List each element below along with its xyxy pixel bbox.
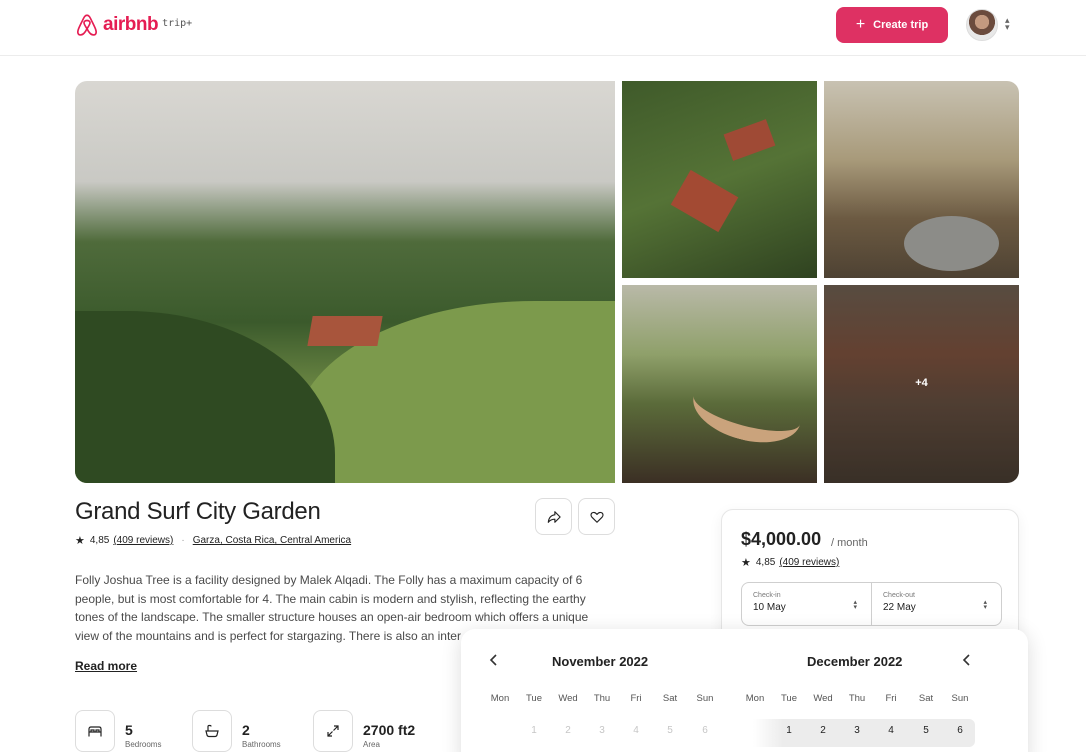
bedrooms-label: Bedrooms <box>125 740 162 749</box>
create-trip-label: Create trip <box>873 19 929 31</box>
area-label: Area <box>363 740 380 749</box>
photo-hammock-shape <box>686 366 808 454</box>
feature-area: 2700 ft2 Area <box>313 710 415 752</box>
checkin-value: 10 May <box>753 602 786 613</box>
checkout-label: Check-out <box>883 592 915 599</box>
airbnb-logo[interactable]: airbnb trip+ <box>75 12 192 38</box>
share-icon <box>547 510 561 523</box>
logo-subtext: trip+ <box>162 17 193 29</box>
listing-title: Grand Surf City Garden <box>75 498 321 525</box>
checkout-field[interactable]: Check-out 22 May ▴ ▾ <box>871 583 1001 625</box>
calendar-popover: November 2022 December 2022 Mon Tue Wed … <box>461 629 1028 752</box>
bathrooms-label: Bathrooms <box>242 740 281 749</box>
month-title-december: December 2022 <box>807 654 903 669</box>
heart-icon <box>589 511 604 523</box>
create-trip-button[interactable]: + Create trip <box>836 7 948 43</box>
bathrooms-value: 2 <box>242 722 250 738</box>
favorite-button[interactable] <box>578 498 615 535</box>
weekday-label: Mon <box>490 693 510 704</box>
weekday-label: Sun <box>951 693 969 704</box>
bath-icon <box>192 710 232 752</box>
calendar-day[interactable]: 1 <box>774 725 804 736</box>
weekday-label: Tue <box>525 693 543 704</box>
calendar-day[interactable]: 6 <box>690 725 720 736</box>
weekday-label: Tue <box>780 693 798 704</box>
weekday-label: Thu <box>593 693 611 704</box>
reviews-link[interactable]: (409 reviews) <box>113 535 173 546</box>
weekday-label: Mon <box>745 693 765 704</box>
weekday-label: Wed <box>558 693 578 704</box>
weekday-label: Fri <box>630 693 642 704</box>
avatar[interactable] <box>966 9 998 41</box>
checkout-value: 22 May <box>883 602 916 613</box>
weekday-label: Fri <box>885 693 897 704</box>
chevron-up-down-icon[interactable]: ▴ ▾ <box>1005 16 1010 32</box>
chevron-up-down-icon: ▴ ▾ <box>853 599 857 611</box>
booking-reviews-link[interactable]: (409 reviews) <box>779 557 839 568</box>
calendar-day[interactable]: 1 <box>519 725 549 736</box>
calendar-day[interactable]: 3 <box>587 725 617 736</box>
photo-hammock[interactable] <box>622 285 817 483</box>
logo-text: airbnb <box>103 14 159 35</box>
photo-tub <box>904 216 999 271</box>
location-link[interactable]: Garza, Costa Rica, Central America <box>193 535 351 546</box>
feature-bedrooms: 5 Bedrooms <box>75 710 161 752</box>
month-title-november: November 2022 <box>552 654 649 669</box>
photo-roof <box>723 119 776 161</box>
star-icon: ★ <box>741 557 751 569</box>
calendar-day[interactable]: 6 <box>945 725 975 736</box>
photo-more[interactable]: +4 <box>824 285 1019 483</box>
calendar-day[interactable]: 2 <box>553 725 583 736</box>
price-period: / month <box>831 537 868 549</box>
photo-cabin <box>307 316 383 346</box>
top-header: airbnb trip+ + Create trip ▴ ▾ <box>0 0 1086 56</box>
star-icon: ★ <box>75 535 85 547</box>
booking-rating: ★ 4,85 (409 reviews) <box>741 556 839 569</box>
weekday-label: Thu <box>848 693 866 704</box>
price-value: $4,000.00 <box>741 529 822 549</box>
listing-meta: ★ 4,85 (409 reviews) · Garza, Costa Rica… <box>75 534 351 547</box>
checkin-label: Check-in <box>753 592 781 599</box>
separator-dot: · <box>181 535 185 546</box>
photo-aerial[interactable] <box>622 81 817 278</box>
area-value: 2700 ft2 <box>363 722 416 738</box>
photo-hot-tub[interactable] <box>824 81 1019 278</box>
plus-icon: + <box>855 16 866 33</box>
weekday-label: Sat <box>918 693 934 704</box>
bed-icon <box>75 710 115 752</box>
calendar-day[interactable]: 4 <box>876 725 906 736</box>
main-photo[interactable] <box>75 81 615 483</box>
photo-trees <box>75 311 335 483</box>
feature-bathrooms: 2 Bathrooms <box>192 710 281 752</box>
weekday-label: Sat <box>662 693 678 704</box>
photo-roof <box>670 169 739 233</box>
weekday-label: Wed <box>813 693 833 704</box>
calendar-day[interactable]: 3 <box>842 725 872 736</box>
share-button[interactable] <box>535 498 572 535</box>
airbnb-logo-icon <box>76 14 98 36</box>
rating-value: 4,85 <box>89 535 110 546</box>
chevron-left-icon[interactable] <box>488 653 500 670</box>
chevron-up-down-icon: ▴ ▾ <box>983 599 987 611</box>
more-photos-count: +4 <box>915 377 928 389</box>
booking-rating-value: 4,85 <box>755 557 776 568</box>
bedrooms-value: 5 <box>125 722 133 738</box>
date-picker: Check-in 10 May ▴ ▾ Check-out 22 May ▴ ▾ <box>741 582 1002 626</box>
expand-icon <box>313 710 353 752</box>
calendar-day[interactable]: 2 <box>808 725 838 736</box>
checkin-field[interactable]: Check-in 10 May ▴ ▾ <box>742 583 871 625</box>
weekday-label: Sun <box>696 693 714 704</box>
read-more-link[interactable]: Read more <box>75 659 137 673</box>
calendar-day[interactable]: 5 <box>911 725 941 736</box>
calendar-day[interactable]: 5 <box>655 725 685 736</box>
chevron-left-icon[interactable] <box>961 653 973 670</box>
calendar-day[interactable]: 4 <box>621 725 651 736</box>
